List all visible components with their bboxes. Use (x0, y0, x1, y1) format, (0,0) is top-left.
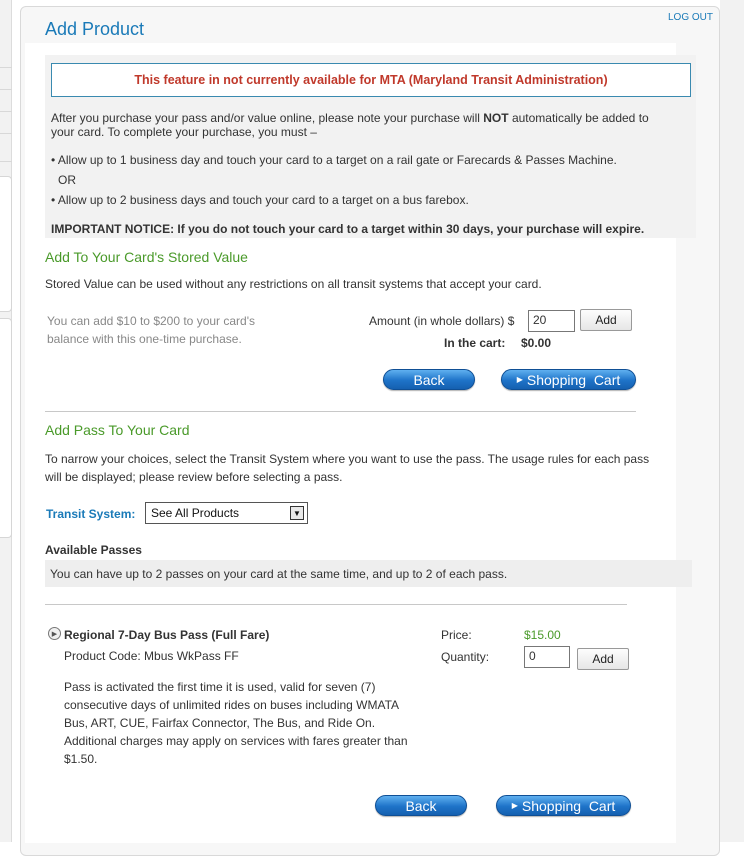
description-text: To narrow your choices, select the Trans… (45, 452, 650, 466)
description-line: Additional charges may apply on services… (64, 734, 408, 748)
transit-selected-value: See All Products (151, 506, 240, 520)
purchase-instructions: After you purchase your pass and/or valu… (51, 111, 696, 139)
logout-link[interactable]: LOG OUT (668, 12, 713, 23)
description-line: Bus, ART, CUE, Fairfax Connector, The Bu… (64, 716, 376, 730)
available-passes-heading: Available Passes (45, 543, 142, 557)
back-button[interactable]: Back (383, 369, 475, 390)
description-text: will be displayed; please review before … (45, 470, 343, 484)
intro-text: your card. To complete your purchase, yo… (51, 125, 317, 139)
back-button-label: Back (405, 797, 437, 814)
shopping-cart-label: Shopping Cart (526, 371, 621, 388)
hint-text: You can add $10 to $200 to your card's (47, 314, 256, 328)
transit-system-select[interactable]: See All Products ▼ (145, 502, 308, 524)
available-passes-note: You can have up to 2 passes on your card… (50, 567, 508, 581)
product-description: Pass is activated the first time it is u… (64, 678, 408, 768)
sidebar-tab (0, 68, 12, 90)
sidebar-tab (0, 134, 12, 162)
back-button[interactable]: Back (375, 795, 467, 816)
stored-value-hint: You can add $10 to $200 to your card's b… (47, 312, 255, 348)
price-value: $15.00 (524, 628, 561, 642)
product-code: Product Code: Mbus WkPass FF (64, 649, 239, 663)
price-label: Price: (441, 628, 472, 642)
quantity-input[interactable]: 0 (524, 646, 570, 668)
page-title: Add Product (45, 19, 145, 39)
pass-section-description: To narrow your choices, select the Trans… (45, 450, 649, 486)
sidebar-tab (0, 90, 12, 112)
add-pass-button[interactable]: Add (577, 648, 629, 670)
transit-system-label: Transit System: (46, 507, 136, 521)
quantity-label: Quantity: (441, 650, 490, 664)
instruction-bullet: • Allow up to 2 business days and touch … (51, 193, 469, 207)
description-line: consecutive days of unlimited rides on b… (64, 698, 400, 712)
description-line: Pass is activated the first time it is u… (64, 680, 376, 694)
intro-text: After you purchase your pass and/or valu… (51, 111, 484, 125)
sidebar-tab (0, 112, 12, 134)
or-separator: OR (58, 173, 76, 187)
stored-value-heading: Add To Your Card's Stored Value (45, 249, 248, 265)
left-sidebar-edge (0, 0, 12, 842)
pass-section-heading: Add Pass To Your Card (45, 422, 190, 438)
add-stored-value-button[interactable]: Add (580, 309, 632, 331)
shopping-cart-button[interactable]: ▶ Shopping Cart (501, 369, 636, 390)
hint-text: balance with this one-time purchase. (47, 332, 242, 346)
stored-value-description: Stored Value can be used without any res… (45, 277, 542, 291)
amount-input[interactable]: 20 (528, 310, 575, 332)
amount-label: Amount (in whole dollars) $ (369, 314, 515, 328)
intro-emphasis: NOT (483, 111, 509, 125)
sidebar-box (0, 318, 12, 538)
important-notice: IMPORTANT NOTICE: If you do not touch yo… (51, 222, 645, 236)
description-line: $1.50. (64, 752, 98, 766)
triangle-right-icon: ▶ (516, 375, 523, 384)
chevron-down-icon[interactable]: ▼ (290, 506, 304, 520)
section-divider (45, 604, 627, 605)
cart-label: In the cart: (444, 336, 506, 350)
shopping-cart-button[interactable]: ▶ Shopping Cart (496, 795, 631, 816)
triangle-right-icon: ▶ (511, 801, 518, 810)
intro-text: automatically be added to (508, 111, 649, 125)
unavailable-alert: This feature in not currently available … (51, 63, 691, 97)
right-scroll-area (720, 0, 744, 842)
cart-value: $0.00 (521, 336, 552, 350)
shopping-cart-label: Shopping Cart (521, 797, 616, 814)
back-button-label: Back (413, 371, 445, 388)
sidebar-tab (0, 40, 12, 68)
section-divider (45, 411, 636, 412)
sidebar-box (0, 176, 12, 312)
product-name[interactable]: Regional 7-Day Bus Pass (Full Fare) (64, 628, 269, 642)
circle-play-icon[interactable]: ▶ (48, 627, 61, 640)
instruction-bullet: • Allow up to 1 business day and touch y… (51, 153, 617, 167)
